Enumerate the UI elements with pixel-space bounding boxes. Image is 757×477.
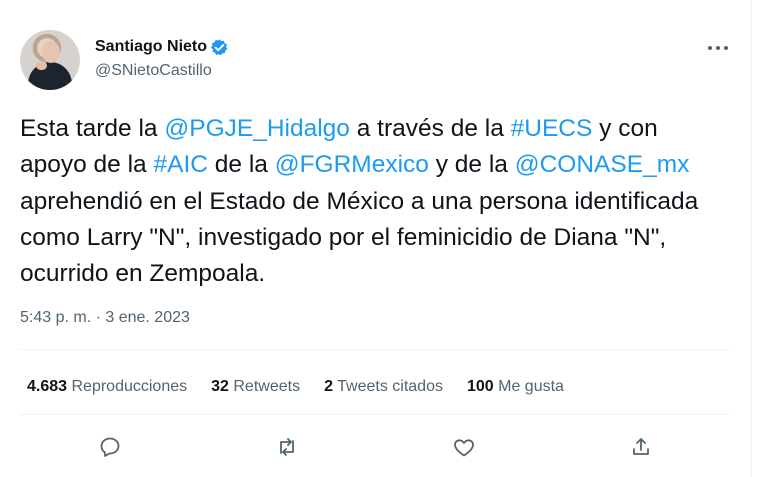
retweets-stat[interactable]: 32 Retweets [211, 378, 300, 396]
reply-icon [100, 437, 120, 457]
divider [20, 414, 730, 415]
hashtag-link[interactable]: #AIC [154, 151, 208, 178]
share-button[interactable] [627, 433, 655, 461]
views-stat[interactable]: 4.683 Reproducciones [27, 378, 187, 396]
verified-badge-icon [210, 38, 228, 55]
share-icon [633, 438, 649, 455]
tweet-stats: 4.683 Reproducciones 32 Retweets 2 Tweet… [27, 376, 588, 398]
tweet-text-segment: de la [207, 151, 275, 179]
avatar-suit [28, 62, 72, 90]
author-name[interactable]: Santiago Nieto [95, 37, 207, 57]
tweet-timestamp[interactable]: 5:43 p. m. · 3 ene. 2023 [20, 309, 190, 327]
more-icon[interactable] [704, 38, 732, 58]
likes-count: 100 [466, 378, 494, 395]
author-handle[interactable]: @SNietoCastillo [95, 61, 212, 81]
like-button[interactable] [450, 433, 478, 461]
avatar[interactable] [20, 30, 80, 90]
tweet-text-segment: Esta tarde la [20, 115, 165, 142]
hashtag-link[interactable]: #UECS [511, 115, 593, 142]
retweets-count: 32 [211, 378, 229, 395]
author-name-row[interactable]: Santiago Nieto [95, 36, 229, 58]
likes-stat[interactable]: 100 Me gusta [467, 378, 564, 396]
tweet-card: Santiago Nieto @SNietoCastillo Esta tard… [0, 0, 752, 477]
quote-tweets-stat[interactable]: 2 Tweets citados [324, 378, 443, 396]
likes-label: Me gusta [498, 378, 564, 395]
tweet-text: Esta tarde la @PGJE_Hidalgo a través de … [20, 111, 730, 292]
views-label: Reproducciones [71, 378, 188, 395]
mention-link[interactable]: @PGJE_Hidalgo [164, 115, 350, 142]
retweets-label: Retweets [233, 378, 301, 395]
avatar-hand [36, 61, 47, 70]
quote-tweets-count: 2 [324, 378, 333, 395]
avatar-face [42, 41, 60, 63]
divider [20, 349, 730, 350]
like-icon [454, 439, 474, 457]
reply-button[interactable] [96, 433, 124, 461]
quote-tweets-label: Tweets citados [337, 378, 443, 395]
tweet-text-segment: a través de la [349, 115, 511, 142]
mention-link[interactable]: @CONASE_mx [515, 151, 690, 178]
retweet-icon [280, 438, 294, 456]
mention-link[interactable]: @FGRMexico [275, 151, 429, 178]
retweet-button[interactable] [273, 433, 301, 461]
views-count: 4.683 [27, 378, 68, 395]
tweet-text-segment: y de la [428, 151, 515, 179]
